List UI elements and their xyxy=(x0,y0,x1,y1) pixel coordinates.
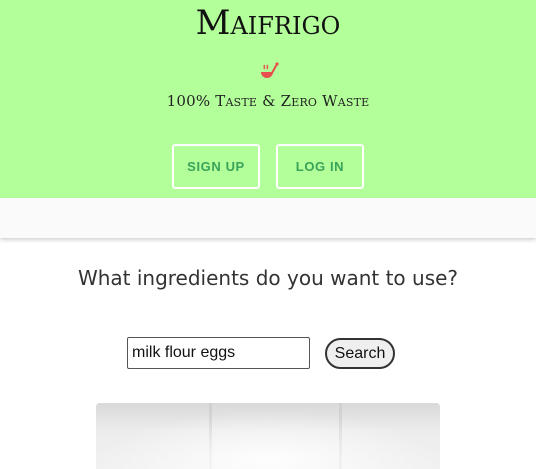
brand-title: Maifrigo xyxy=(195,3,341,43)
search-button[interactable]: Search xyxy=(325,338,395,369)
tagline: 100% Taste & Zero Waste xyxy=(166,92,370,110)
hero-header: Maifrigo 100% Taste & Zero Waste SIGN UP… xyxy=(0,0,536,198)
recipe-image xyxy=(96,403,440,469)
cooking-utensil-icon xyxy=(261,62,279,78)
image-highlight xyxy=(96,411,440,469)
login-button[interactable]: LOG IN xyxy=(276,144,364,189)
ingredients-question: What ingredients do you want to use? xyxy=(77,266,459,290)
signup-button[interactable]: SIGN UP xyxy=(172,144,260,189)
navigation-bar xyxy=(0,198,536,238)
ingredients-search-input[interactable] xyxy=(127,337,310,369)
